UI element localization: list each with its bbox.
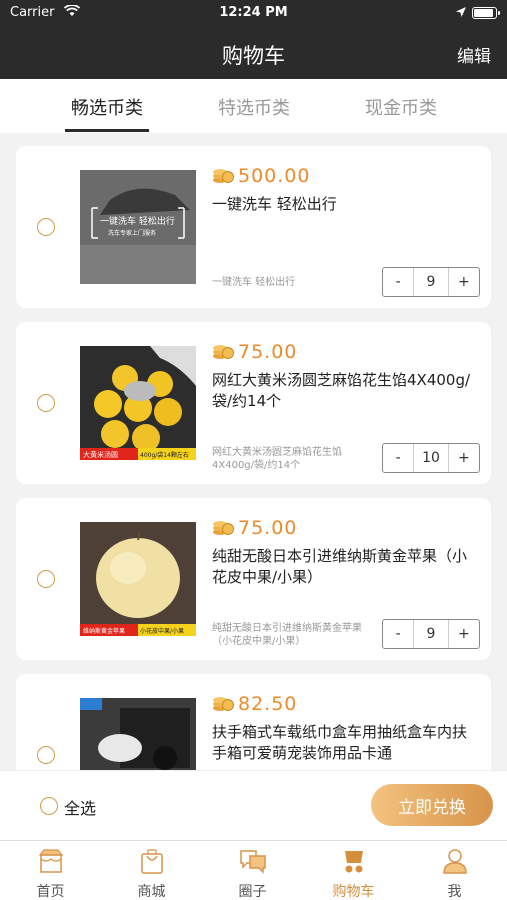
item-price: 75.00 [238,517,298,539]
quantity-stepper: - 9 + [382,619,480,649]
cart-item: 一键洗车 轻松出行 洗车专家上门服务 500.00 一键洗车 轻松出行 一键洗车… [16,146,491,308]
item-subtitle: 一键洗车 轻松出行 [212,277,296,288]
chat-bubbles-icon [240,850,266,874]
shopping-bag-icon [141,849,163,874]
tabbar-label-circle: 圈子 [238,884,267,900]
select-all-label[interactable]: 全选 [64,795,96,819]
tabbar-item-cart[interactable]: 购物车 [303,841,404,900]
tissue-box-image [80,698,196,770]
image-caption-sub: 洗车专家上门服务 [108,230,157,237]
item-price: 75.00 [238,341,298,363]
tab-texuan[interactable]: 特选币类 [184,94,324,120]
status-bar: Carrier 12:24 PM [0,0,507,26]
status-time: 12:24 PM [219,5,288,20]
bottom-tab-bar: 首页 商城 圈子 购物车 我 [0,840,507,900]
quantity-value[interactable]: 10 [414,444,447,472]
user-icon [443,849,467,874]
item-select-radio[interactable] [37,394,55,412]
car-wash-image [80,170,196,284]
cart-item: 大黄米汤圆 400g/袋14颗左右 75.00 网红大黄米汤圆芝麻馅花生馅4X4… [16,322,491,484]
coin-icon [213,345,234,359]
increase-button[interactable]: + [447,444,479,472]
product-image[interactable]: 大黄米汤圆 400g/袋14颗左右 [80,346,196,460]
item-title[interactable]: 扶手箱式车载纸巾盒车用抽纸盒车内扶手箱可爱萌宠装饰用品卡通 [212,722,477,764]
decrease-button[interactable]: - [383,268,415,296]
cart-item: 维纳斯黄金苹果 小花皮中果/小果 75.00 纯甜无酸日本引进维纳斯黄金苹果（小… [16,498,491,660]
tabbar-item-circle[interactable]: 圈子 [202,841,303,900]
image-label-left: 大黄米汤圆 [83,451,118,459]
cart-item: 82.50 扶手箱式车载纸巾盒车用抽纸盒车内扶手箱可爱萌宠装饰用品卡通 [16,674,491,770]
item-subtitle: 纯甜无酸日本引进维纳斯黄金苹果（小花皮中果/小果） [212,623,362,647]
item-select-radio[interactable] [37,218,55,236]
location-arrow-icon [456,7,466,17]
quantity-value[interactable]: 9 [414,620,447,648]
item-select-radio[interactable] [37,746,55,764]
redeem-button[interactable]: 立即兑换 [371,784,493,826]
tab-xianjin[interactable]: 现金币类 [331,94,471,120]
tangyuan-image [80,346,196,460]
tabbar-item-me[interactable]: 我 [404,841,505,900]
product-image[interactable]: 维纳斯黄金苹果 小花皮中果/小果 [80,522,196,636]
coin-icon [213,169,234,183]
home-icon [38,849,64,873]
tabbar-label-mall: 商城 [137,884,166,900]
top-bar: Carrier 12:24 PM 购物车 编辑 [0,0,507,79]
select-all-radio[interactable] [40,797,58,815]
image-label-left: 维纳斯黄金苹果 [83,628,126,635]
checkout-bar: 全选 立即兑换 [0,770,507,840]
item-subtitle: 网红大黄米汤圆芝麻馅花生馅4X400g/袋/约14个 [212,447,342,471]
image-caption-main: 一键洗车 轻松出行 [100,217,175,227]
tabbar-item-mall[interactable]: 商城 [101,841,202,900]
item-price: 82.50 [238,693,298,715]
item-title[interactable]: 一键洗车 轻松出行 [212,194,477,215]
tabbar-item-home[interactable]: 首页 [0,841,101,900]
coin-icon [213,697,234,711]
increase-button[interactable]: + [447,620,479,648]
tabbar-label-me: 我 [447,884,462,900]
tab-changxuan[interactable]: 畅选币类 [37,94,177,120]
coin-icon [213,521,234,535]
item-select-radio[interactable] [37,570,55,588]
item-price: 500.00 [238,165,311,187]
image-label-right: 小花皮中果/小果 [140,628,185,635]
decrease-button[interactable]: - [383,620,415,648]
quantity-stepper: - 9 + [382,267,480,297]
quantity-value[interactable]: 9 [414,268,447,296]
apple-image [80,522,196,636]
currency-tabs: 畅选币类 特选币类 现金币类 [0,79,507,133]
product-image[interactable]: 一键洗车 轻松出行 洗车专家上门服务 [80,170,196,284]
tabbar-label-cart: 购物车 [332,884,375,900]
quantity-stepper: - 10 + [382,443,480,473]
cart-icon [345,851,363,873]
active-tab-indicator [65,129,149,132]
item-title[interactable]: 网红大黄米汤圆芝麻馅花生馅4X400g/袋/约14个 [212,370,477,412]
item-title[interactable]: 纯甜无酸日本引进维纳斯黄金苹果（小花皮中果/小果） [212,546,477,588]
image-label-right: 400g/袋14颗左右 [140,452,189,459]
increase-button[interactable]: + [447,268,479,296]
cart-list[interactable]: 一键洗车 轻松出行 洗车专家上门服务 500.00 一键洗车 轻松出行 一键洗车… [0,133,507,770]
page-title: 购物车 [222,44,285,68]
decrease-button[interactable]: - [383,444,415,472]
edit-button[interactable]: 编辑 [457,42,491,67]
product-image[interactable] [80,698,196,770]
tabbar-label-home: 首页 [36,884,65,900]
battery-icon [472,7,500,19]
